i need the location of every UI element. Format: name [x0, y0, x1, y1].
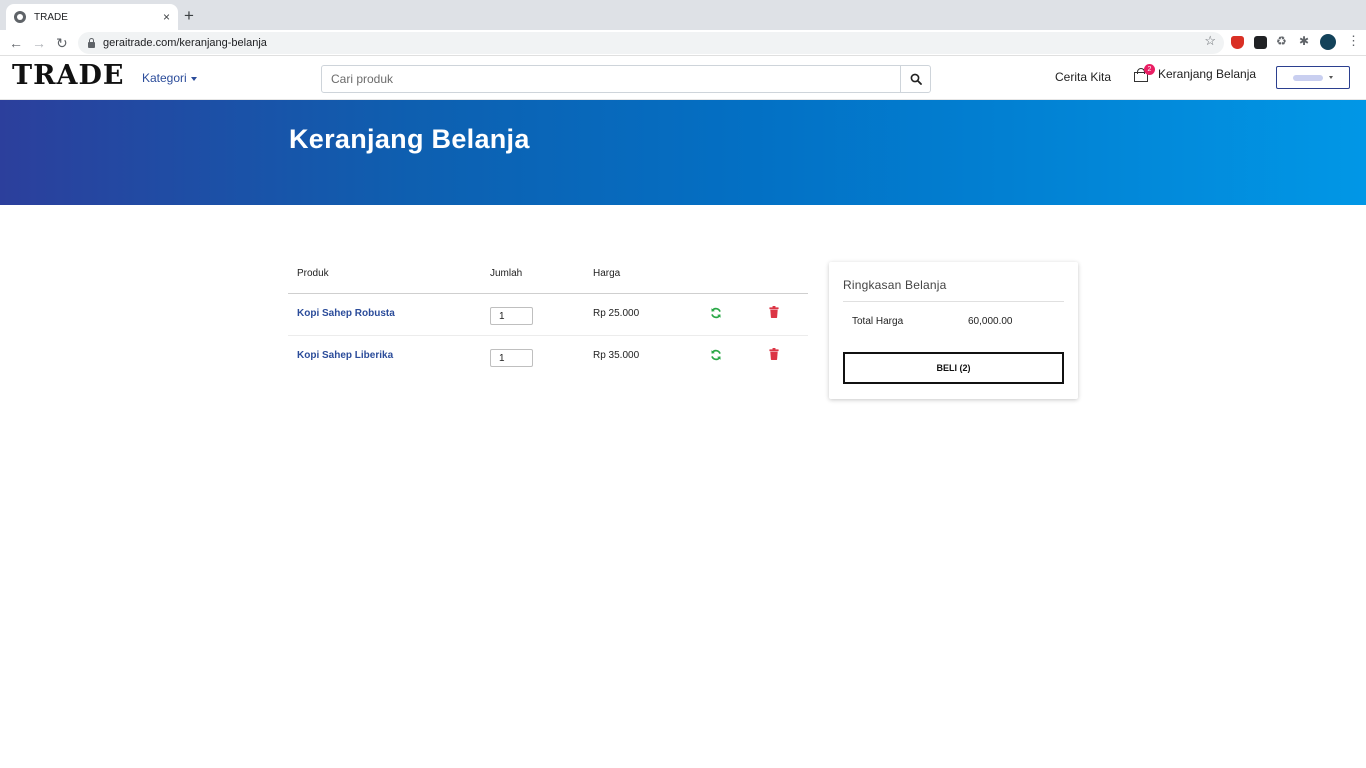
search-bar — [321, 65, 931, 93]
trash-icon[interactable] — [769, 306, 779, 318]
user-account-dropdown[interactable] — [1276, 66, 1350, 89]
table-header: Produk Jumlah Harga — [288, 258, 808, 294]
site-navbar: TRADE Kategori Cerita Kita 2 Keranjang B… — [0, 56, 1366, 100]
shield-extension-icon[interactable] — [1231, 36, 1244, 49]
total-label: Total Harga — [852, 316, 904, 327]
divider — [843, 301, 1064, 302]
kategori-dropdown[interactable]: Kategori — [142, 71, 197, 85]
buy-button[interactable]: BELI (2) — [843, 352, 1064, 384]
table-row: Kopi Sahep Liberika Rp 35.000 — [288, 336, 808, 378]
reload-icon[interactable]: ↻ — [56, 33, 68, 53]
product-link[interactable]: Kopi Sahep Robusta — [297, 308, 395, 319]
square-extension-icon[interactable] — [1254, 36, 1267, 49]
browser-tabstrip: TRADE × + — [0, 0, 1366, 30]
kategori-label: Kategori — [142, 71, 187, 85]
globe-icon — [14, 11, 26, 23]
blurred-username — [1293, 74, 1323, 81]
browser-toolbar: ← → ↻ geraitrade.com/keranjang-belanja ☆… — [0, 30, 1366, 56]
tab-title: TRADE — [34, 11, 68, 23]
cart-link[interactable]: 2 Keranjang Belanja — [1134, 63, 1257, 82]
refresh-icon[interactable] — [710, 349, 722, 361]
new-tab-button[interactable]: + — [184, 6, 194, 26]
bookmark-star-icon[interactable]: ☆ — [1204, 33, 1216, 49]
search-icon — [910, 73, 922, 85]
caret-down-icon — [190, 76, 197, 81]
search-input[interactable] — [322, 66, 900, 92]
price-text: Rp 35.000 — [593, 350, 640, 361]
header-produk: Produk — [297, 268, 329, 279]
recycle-extension-icon[interactable]: ♻ — [1276, 34, 1289, 48]
header-jumlah: Jumlah — [490, 268, 523, 279]
close-icon[interactable]: × — [163, 10, 170, 24]
profile-avatar[interactable] — [1320, 34, 1336, 50]
summary-card: Ringkasan Belanja Total Harga 60,000.00 … — [829, 262, 1078, 399]
url-text: geraitrade.com/keranjang-belanja — [103, 37, 267, 49]
hero-banner: Keranjang Belanja — [0, 100, 1366, 205]
summary-title: Ringkasan Belanja — [843, 278, 947, 292]
kebab-menu-icon[interactable]: ⋮ — [1347, 33, 1360, 48]
puzzle-extension-icon[interactable]: ✱ — [1299, 34, 1312, 48]
address-bar[interactable]: geraitrade.com/keranjang-belanja ☆ — [78, 32, 1224, 54]
browser-tab[interactable]: TRADE × — [6, 4, 178, 30]
cerita-kita-link[interactable]: Cerita Kita — [1055, 70, 1111, 84]
header-harga: Harga — [593, 268, 621, 279]
cart-table: Produk Jumlah Harga Kopi Sahep Robusta R… — [288, 258, 808, 378]
total-value: 60,000.00 — [968, 316, 1013, 327]
lock-icon — [88, 37, 95, 48]
price-text: Rp 25.000 — [593, 308, 640, 319]
refresh-icon[interactable] — [710, 307, 722, 319]
cart-label: Keranjang Belanja — [1158, 67, 1257, 81]
quantity-input[interactable] — [490, 349, 533, 367]
page-title: Keranjang Belanja — [289, 124, 530, 154]
back-arrow-icon[interactable]: ← — [9, 33, 23, 53]
trash-icon[interactable] — [769, 348, 779, 360]
shopping-bag-icon: 2 — [1134, 63, 1155, 82]
quantity-input[interactable] — [490, 307, 533, 325]
brand-logo[interactable]: TRADE — [12, 60, 124, 91]
product-link[interactable]: Kopi Sahep Liberika — [297, 350, 393, 361]
caret-down-icon — [1329, 76, 1333, 79]
cart-count-badge: 2 — [1144, 63, 1155, 75]
table-row: Kopi Sahep Robusta Rp 25.000 — [288, 294, 808, 336]
forward-arrow-icon[interactable]: → — [32, 33, 46, 53]
search-button[interactable] — [900, 66, 930, 92]
